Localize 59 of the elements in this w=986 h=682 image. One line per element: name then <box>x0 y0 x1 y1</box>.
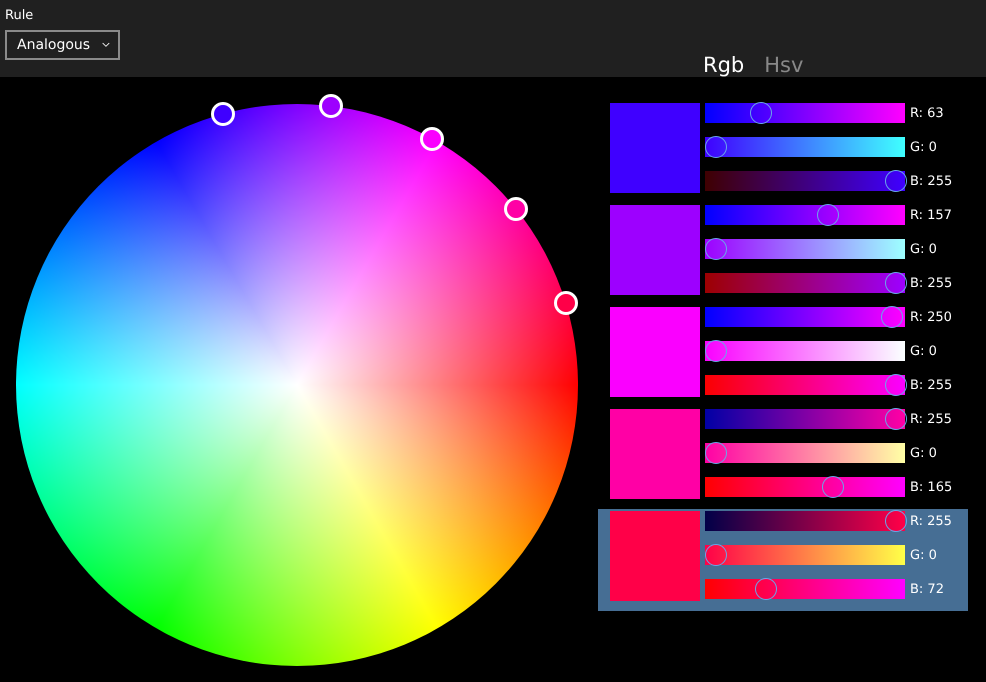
slider-thumb[interactable] <box>881 306 904 328</box>
wheel-handle[interactable] <box>420 126 444 151</box>
channel-slider[interactable] <box>705 545 905 565</box>
channel-value: R: 63 <box>910 106 944 120</box>
channel-slider[interactable] <box>705 511 905 531</box>
color-row[interactable]: R: 255 G: 0 B: 72 <box>598 509 968 611</box>
wheel-handle[interactable] <box>318 94 343 118</box>
channel-value: G: 0 <box>910 446 937 460</box>
rule-dropdown[interactable]: Analogous <box>5 30 120 60</box>
color-row[interactable]: R: 63 G: 0 B: 255 <box>598 101 968 203</box>
channel-value: G: 0 <box>910 548 937 562</box>
channel-value: B: 165 <box>910 480 952 494</box>
channel-value: B: 255 <box>910 276 952 290</box>
wheel-handle[interactable] <box>504 196 528 221</box>
channel-slider[interactable] <box>705 307 905 327</box>
channel-value: G: 0 <box>910 242 937 256</box>
wheel-handle[interactable] <box>211 102 236 126</box>
channel-slider[interactable] <box>705 477 905 497</box>
color-row[interactable]: R: 157 G: 0 B: 255 <box>598 203 968 305</box>
channel-slider[interactable] <box>705 409 905 429</box>
channel-slider[interactable] <box>705 273 905 293</box>
slider-thumb[interactable] <box>822 476 844 498</box>
channel-value: B: 255 <box>910 378 952 392</box>
channel-value: R: 255 <box>910 514 952 528</box>
channel-slider[interactable] <box>705 103 905 123</box>
channel-slider[interactable] <box>705 171 905 191</box>
slider-thumb[interactable] <box>705 238 727 260</box>
channel-value: G: 0 <box>910 140 937 154</box>
caret-icon <box>102 41 110 49</box>
channel-value: R: 255 <box>910 412 952 426</box>
slider-thumb[interactable] <box>885 272 907 294</box>
channel-slider[interactable] <box>705 205 905 225</box>
slider-thumb[interactable] <box>750 102 772 124</box>
mode-tab[interactable]: Hsv <box>764 53 804 77</box>
rule-label: Rule <box>5 8 34 23</box>
slider-thumb[interactable] <box>705 340 727 362</box>
slider-thumb[interactable] <box>755 578 778 600</box>
color-row[interactable]: R: 255 G: 0 B: 165 <box>598 407 968 509</box>
slider-thumb[interactable] <box>816 204 839 226</box>
channel-slider[interactable] <box>705 239 905 259</box>
slider-thumb[interactable] <box>885 170 907 192</box>
channel-value: G: 0 <box>910 344 937 358</box>
channel-slider[interactable] <box>705 375 905 395</box>
mode-tab[interactable]: Rgb <box>703 53 744 77</box>
channel-value: B: 72 <box>910 582 944 596</box>
channel-value: R: 157 <box>910 208 952 222</box>
slider-thumb[interactable] <box>705 442 727 464</box>
slider-thumb[interactable] <box>885 408 907 430</box>
slider-thumb[interactable] <box>705 544 727 566</box>
color-row[interactable]: R: 250 G: 0 B: 255 <box>598 305 968 407</box>
channel-slider[interactable] <box>705 443 905 463</box>
slider-thumb[interactable] <box>885 374 907 396</box>
channel-value: R: 250 <box>910 310 952 324</box>
channel-value: B: 255 <box>910 174 952 188</box>
slider-thumb[interactable] <box>705 136 727 158</box>
channel-slider[interactable] <box>705 137 905 157</box>
slider-thumb[interactable] <box>885 510 907 532</box>
channel-slider[interactable] <box>705 579 905 599</box>
channel-slider[interactable] <box>705 341 905 361</box>
